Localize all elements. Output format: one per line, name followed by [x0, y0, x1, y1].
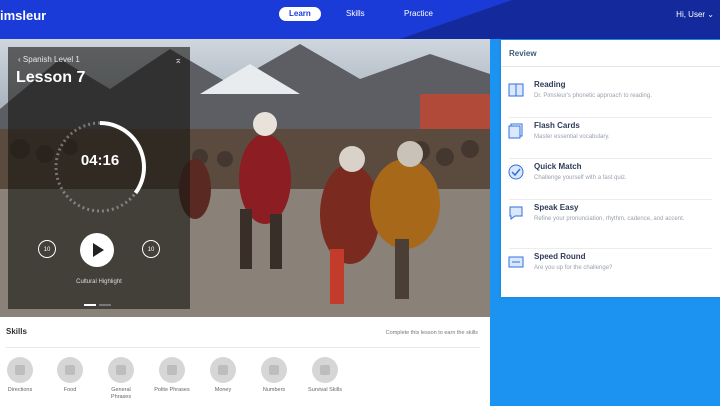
- review-item-label: Reading: [534, 80, 566, 89]
- cards-icon: [508, 123, 523, 139]
- skill-label: Money: [214, 387, 232, 393]
- user-greeting: Hi, User: [676, 10, 706, 19]
- review-item-speak-easy[interactable]: Speak Easy Refine your pronunciation, rh…: [501, 201, 720, 249]
- skills-section: Skills Complete this lesson to earn the …: [0, 317, 490, 406]
- review-item-desc: Are you up for the challenge?: [534, 265, 613, 271]
- skill-label: Polite Phrases: [154, 387, 190, 393]
- timer-icon: [508, 256, 524, 268]
- skills-title: Skills: [6, 327, 27, 336]
- skill-label: General Phrases: [110, 387, 132, 400]
- speech-bubble-icon: [509, 206, 523, 220]
- skill-label: Survival Skills: [308, 387, 342, 393]
- slide-indicator[interactable]: [84, 293, 114, 311]
- review-item-label: Quick Match: [534, 162, 582, 171]
- skill-icon: [312, 357, 338, 383]
- review-item-label: Flash Cards: [534, 121, 580, 130]
- skill-general-phrases[interactable]: General Phrases: [101, 357, 141, 401]
- nav-practice[interactable]: Practice: [394, 7, 443, 21]
- skill-icon: [261, 357, 287, 383]
- skill-label: Numbers: [262, 387, 286, 393]
- top-navigation-bar: imsleur Learn Skills Practice Hi, User ⌄: [0, 0, 720, 39]
- skill-polite-phrases[interactable]: Polite Phrases: [152, 357, 192, 394]
- divider: [509, 248, 712, 249]
- divider: [509, 199, 712, 200]
- divider: [501, 66, 720, 67]
- slide-dot[interactable]: [84, 304, 96, 306]
- divider: [509, 158, 712, 159]
- skill-directions[interactable]: Directions: [0, 357, 40, 394]
- header-stripe: [400, 0, 720, 39]
- rewind-10-button[interactable]: 10: [38, 240, 56, 258]
- collapse-icon[interactable]: ⌅: [174, 55, 182, 66]
- review-item-desc: Master essential vocabulary.: [534, 134, 610, 140]
- slide-dot[interactable]: [99, 304, 111, 306]
- review-panel: Review Reading Dr. Pimsleur's phonetic a…: [501, 40, 720, 297]
- review-item-flash-cards[interactable]: Flash Cards Master essential vocabulary.: [501, 119, 720, 159]
- forward-10-button[interactable]: 10: [142, 240, 160, 258]
- skill-label: Directions: [7, 387, 33, 393]
- nav-learn[interactable]: Learn: [279, 7, 321, 21]
- app-logo[interactable]: imsleur: [0, 8, 46, 23]
- chevron-down-icon: ⌄: [707, 10, 714, 19]
- forward-label: 10: [147, 247, 155, 253]
- skill-numbers[interactable]: Numbers: [254, 357, 294, 394]
- divider: [6, 347, 480, 348]
- skill-label: Food: [63, 387, 77, 393]
- skill-icon: [108, 357, 134, 383]
- user-menu[interactable]: Hi, User ⌄: [676, 10, 714, 19]
- lesson-title: Lesson 7: [16, 69, 86, 86]
- skill-icon: [7, 357, 33, 383]
- rewind-label: 10: [43, 247, 51, 253]
- timer-readout: 04:16: [80, 152, 120, 169]
- skill-food[interactable]: Food: [50, 357, 90, 394]
- divider: [509, 117, 712, 118]
- review-item-label: Speak Easy: [534, 203, 579, 212]
- book-icon: [508, 83, 524, 97]
- chevron-left-icon: ‹: [18, 55, 21, 64]
- skill-money[interactable]: Money: [203, 357, 243, 394]
- nav-skills[interactable]: Skills: [336, 7, 375, 21]
- review-item-desc: Challenge yourself with a fast quiz.: [534, 175, 627, 181]
- skill-icon: [159, 357, 185, 383]
- breadcrumb-label: Spanish Level 1: [22, 55, 80, 64]
- review-item-label: Speed Round: [534, 252, 586, 261]
- review-item-reading[interactable]: Reading Dr. Pimsleur's phonetic approach…: [501, 78, 720, 118]
- skill-icon: [57, 357, 83, 383]
- review-item-desc: Dr. Pimsleur's phonetic approach to read…: [534, 93, 652, 99]
- track-caption: Cultural Highlight: [76, 279, 122, 285]
- lesson-player-card: ‹ Spanish Level 1 Lesson 7 ⌅ 04:16 10 10…: [8, 47, 190, 309]
- play-button[interactable]: [80, 233, 114, 267]
- skill-survival-skills[interactable]: Survival Skills: [305, 357, 345, 394]
- review-title: Review: [509, 49, 537, 58]
- review-item-speed-round[interactable]: Speed Round Are you up for the challenge…: [501, 250, 720, 290]
- skill-icon: [210, 357, 236, 383]
- review-item-desc: Refine your pronunciation, rhythm, caden…: [534, 216, 685, 222]
- skills-hint: Complete this lesson to earn the skills: [385, 330, 478, 336]
- review-item-quick-match[interactable]: Quick Match Challenge yourself with a fa…: [501, 160, 720, 200]
- back-breadcrumb[interactable]: ‹ Spanish Level 1: [18, 55, 80, 64]
- check-circle-icon: [508, 164, 524, 180]
